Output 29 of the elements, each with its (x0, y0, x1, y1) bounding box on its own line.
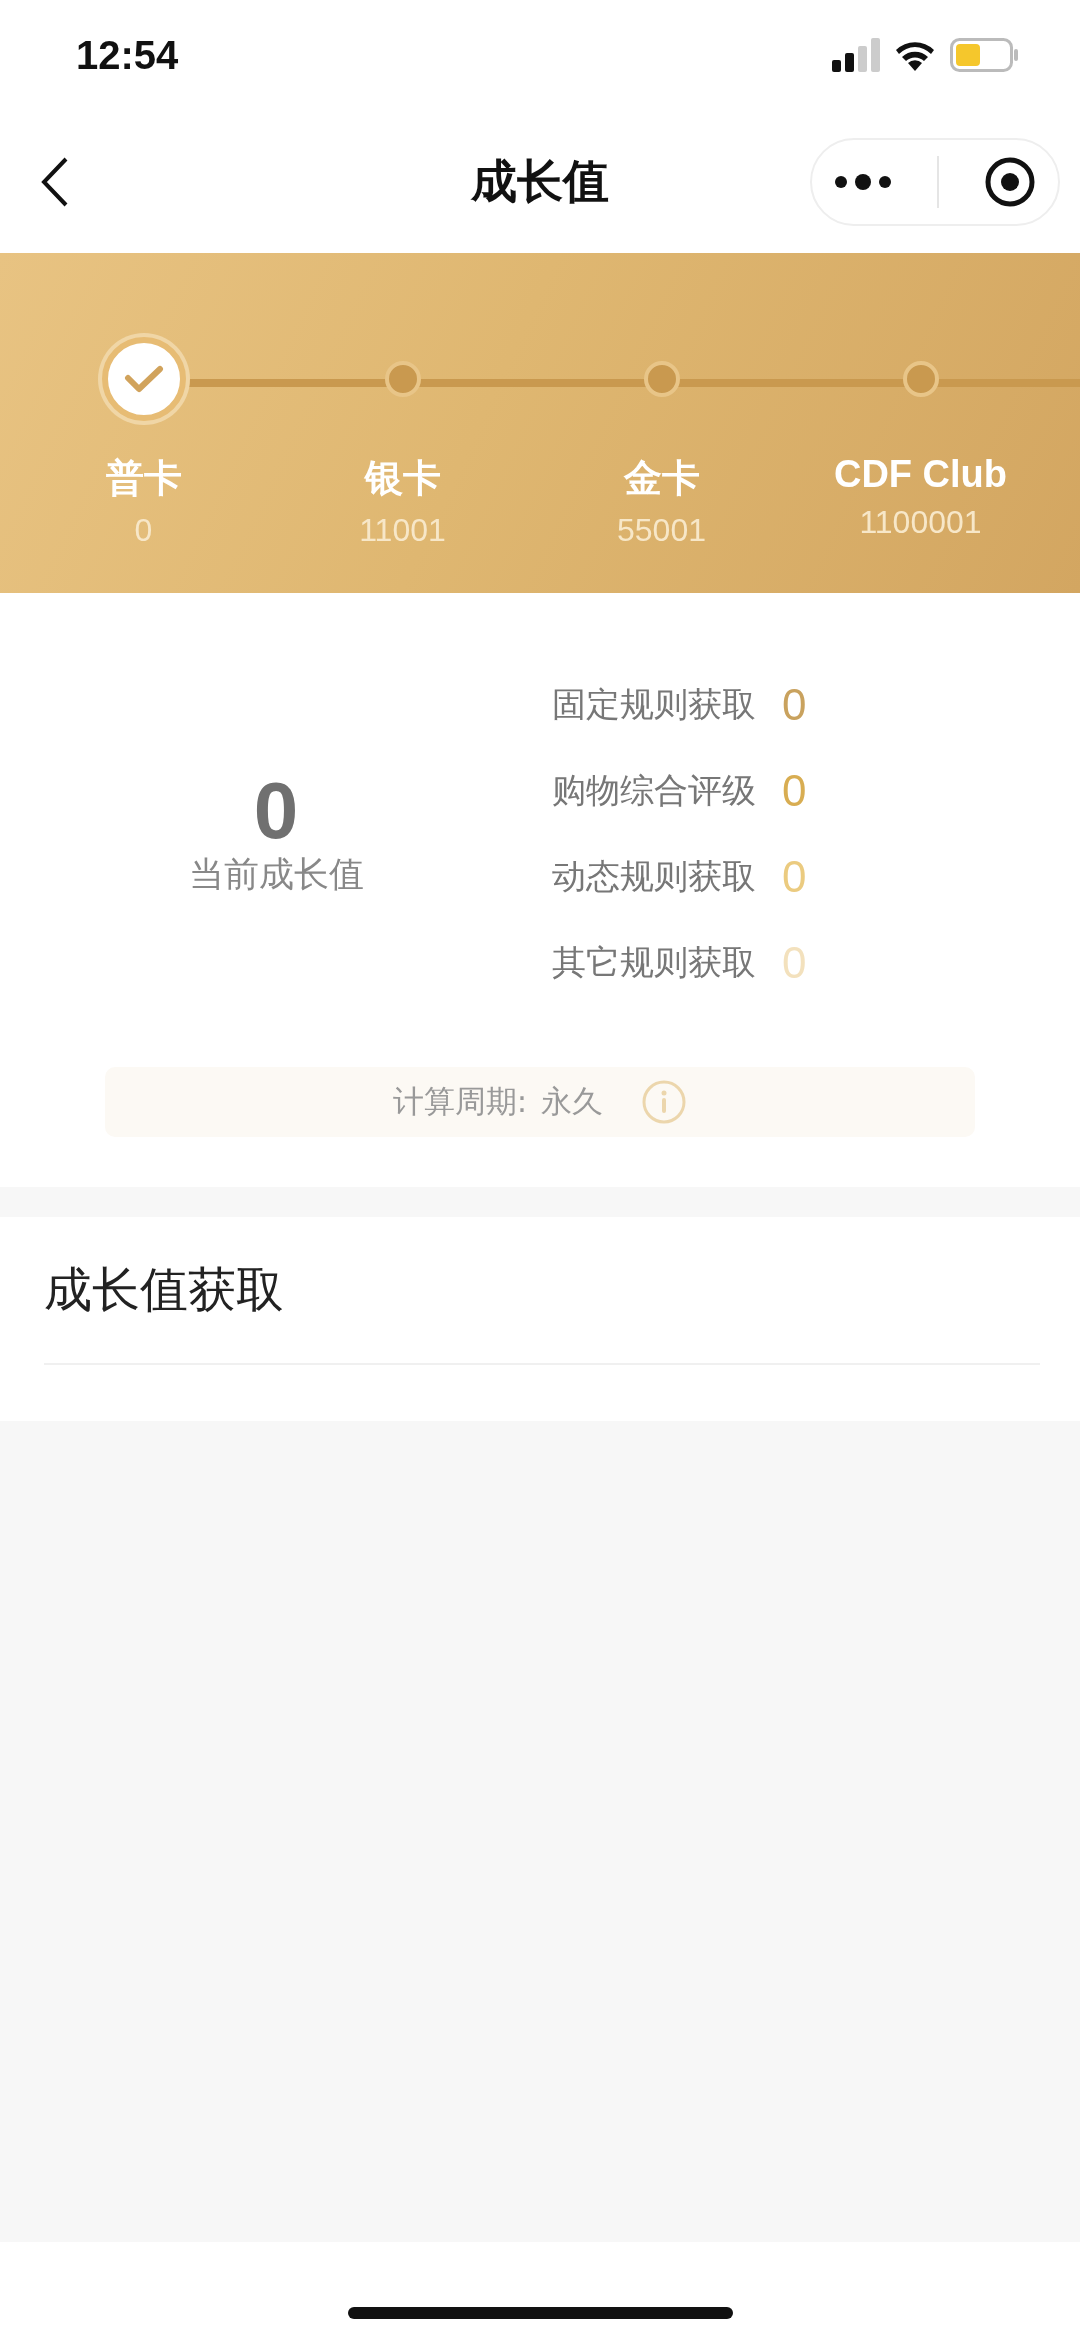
tier-name: CDF Club (833, 453, 1008, 496)
tier-threshold: 11001 (359, 512, 446, 549)
rule-value: 0 (782, 938, 807, 988)
wifi-icon (894, 39, 936, 71)
back-button[interactable] (40, 155, 70, 208)
rule-value: 0 (782, 766, 807, 816)
tier-name: 普卡 (105, 456, 182, 501)
period-label: 计算周期: (392, 1082, 528, 1121)
period-value: 永久 (541, 1082, 604, 1121)
close-button[interactable] (983, 155, 1036, 208)
growth-label: 当前成长值 (188, 852, 364, 896)
tier-name: 银卡 (364, 456, 441, 501)
rule-value: 0 (782, 852, 807, 902)
battery-icon (950, 38, 1020, 72)
rule-label: 购物综合评级 (552, 769, 756, 812)
growth-value: 0 (253, 770, 299, 851)
tier-threshold: 55001 (617, 512, 706, 549)
rule-value: 0 (782, 680, 807, 730)
rule-label: 固定规则获取 (552, 683, 756, 726)
tier-threshold: 0 (134, 512, 153, 549)
rule-label: 其它规则获取 (552, 941, 756, 984)
tier-threshold: 1100001 (859, 504, 982, 541)
more-button[interactable] (834, 173, 893, 190)
tier-name: 金卡 (623, 456, 700, 501)
section-title: 成长值获取 (44, 1217, 1040, 1365)
status-time: 12:54 (76, 32, 179, 78)
page-title: 成长值 (471, 152, 609, 210)
signal-icon (832, 38, 880, 72)
rule-label: 动态规则获取 (552, 855, 756, 898)
